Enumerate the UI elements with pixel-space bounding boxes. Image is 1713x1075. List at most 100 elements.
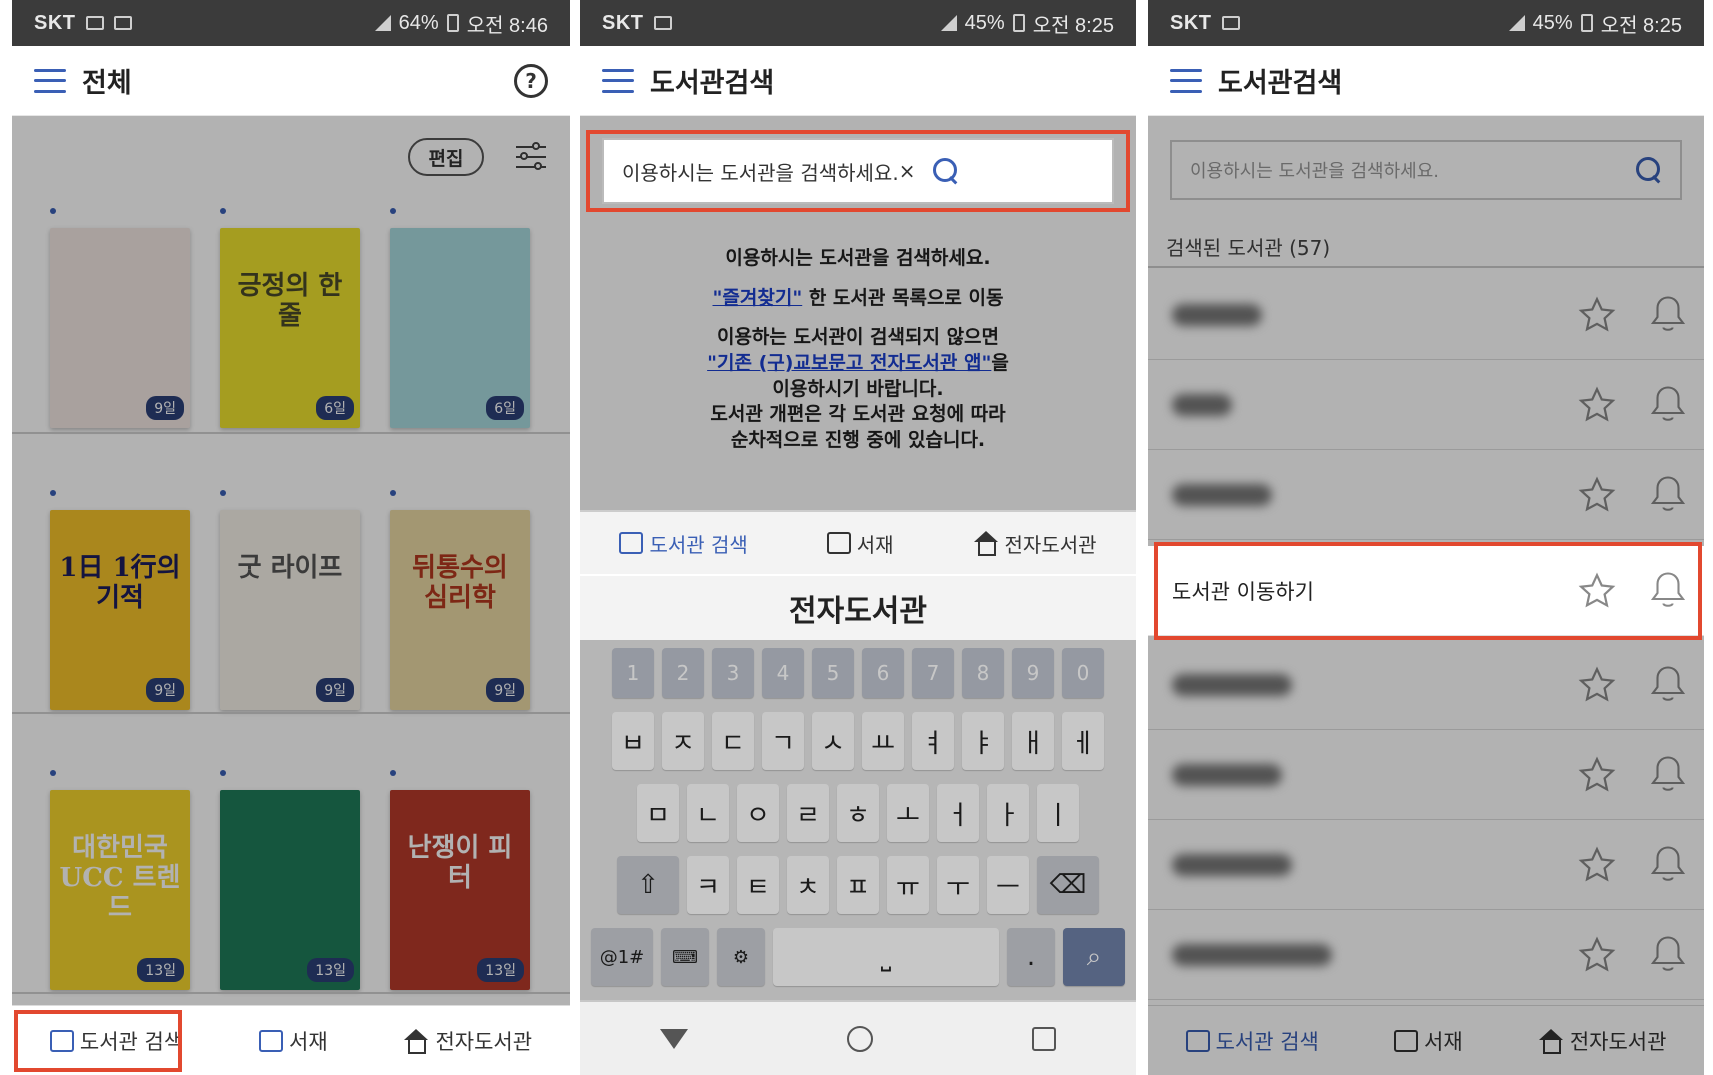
keyboard-key[interactable]: ㅇ — [737, 784, 779, 842]
bell-icon[interactable] — [1650, 384, 1686, 424]
nav-e-library[interactable]: 전자도서관 — [397, 1018, 538, 1064]
keyboard-search-key[interactable]: ⌕ — [1063, 928, 1125, 986]
backspace-key[interactable]: ⌫ — [1037, 856, 1099, 914]
bell-icon[interactable] — [1650, 754, 1686, 794]
legacy-app-link[interactable]: "기존 (구)교보문고 전자도서관 앱" — [707, 352, 991, 374]
book-cover[interactable]: 13일 — [220, 790, 360, 990]
library-search-input-focused[interactable]: 이용하시는 도서관을 검색하세요. × — [602, 138, 1114, 204]
keyboard-key[interactable]: ㅊ — [787, 856, 829, 914]
space-key[interactable]: ⎵ — [773, 928, 999, 986]
book-cover[interactable]: 굿 라이프 9일 — [220, 510, 360, 710]
home-circle-icon[interactable] — [846, 1025, 873, 1052]
favorite-star-icon[interactable] — [1578, 386, 1616, 424]
keyboard-key[interactable]: 7 — [912, 648, 954, 698]
search-icon[interactable] — [933, 158, 959, 184]
bell-icon[interactable] — [1650, 934, 1686, 974]
library-row[interactable] — [1148, 910, 1704, 1000]
nav-shelf[interactable]: 서재 — [821, 521, 900, 566]
back-icon[interactable] — [659, 1028, 688, 1049]
book-cover[interactable]: 대한민국 UCC 트렌드 13일 — [50, 790, 190, 990]
keyboard-key[interactable]: 4 — [762, 648, 804, 698]
search-icon[interactable] — [1636, 157, 1662, 183]
keyboard-key[interactable]: ㅔ — [1062, 712, 1104, 770]
keyboard-key[interactable]: ㅐ — [1012, 712, 1054, 770]
keyboard-key[interactable]: 8 — [962, 648, 1004, 698]
keyboard-key[interactable]: ㅍ — [837, 856, 879, 914]
filter-icon[interactable] — [514, 140, 548, 174]
keyboard-key[interactable]: ㄱ — [762, 712, 804, 770]
bell-icon[interactable] — [1650, 474, 1686, 514]
nav-e-library[interactable]: 전자도서관 — [1532, 1018, 1673, 1064]
settings-key[interactable]: ⚙ — [717, 928, 765, 986]
nav-shelf[interactable]: 서재 — [1388, 1018, 1469, 1064]
keyboard-key[interactable]: ㅗ — [887, 784, 929, 842]
nav-shelf[interactable]: 서재 — [253, 1018, 334, 1064]
keyboard-key[interactable]: ㅎ — [837, 784, 879, 842]
library-row[interactable] — [1148, 820, 1704, 910]
edit-button[interactable]: 편집 — [408, 138, 484, 176]
keyboard-key[interactable]: ㅕ — [912, 712, 954, 770]
keyboard-key[interactable]: ㅏ — [987, 784, 1029, 842]
bell-icon[interactable] — [1650, 844, 1686, 884]
library-row-highlighted[interactable]: 도서관 이동하기 — [1148, 546, 1704, 636]
bell-icon[interactable] — [1650, 664, 1686, 704]
library-row[interactable] — [1148, 640, 1704, 730]
language-key[interactable]: ⌨ — [661, 928, 709, 986]
favorite-star-icon[interactable] — [1578, 846, 1616, 884]
nav-library-search[interactable]: 도서관 검색 — [1180, 1018, 1325, 1064]
keyboard-key[interactable]: ㄷ — [712, 712, 754, 770]
menu-icon[interactable] — [1170, 68, 1202, 93]
keyboard-key[interactable]: 5 — [812, 648, 854, 698]
library-row[interactable] — [1148, 270, 1704, 360]
book-cover[interactable]: 1日 1行의 기적 9일 — [50, 510, 190, 710]
keyboard-key[interactable]: ㅓ — [937, 784, 979, 842]
shift-key[interactable]: ⇧ — [617, 856, 679, 914]
library-row[interactable] — [1148, 360, 1704, 450]
keyboard-key[interactable]: 1 — [612, 648, 654, 698]
symbols-key[interactable]: @1# — [591, 928, 653, 986]
nav-library-search[interactable]: 도서관 검색 — [44, 1018, 189, 1064]
keyboard-key[interactable]: ㅡ — [987, 856, 1029, 914]
keyboard-key[interactable]: ㄴ — [687, 784, 729, 842]
book-cover[interactable]: 긍정의 한줄 6일 — [220, 228, 360, 428]
favorite-star-icon[interactable] — [1578, 572, 1616, 610]
keyboard-key[interactable]: ㅂ — [612, 712, 654, 770]
keyboard-key[interactable]: 3 — [712, 648, 754, 698]
keyboard-key[interactable]: ㅜ — [937, 856, 979, 914]
bell-icon[interactable] — [1650, 570, 1686, 610]
library-row[interactable] — [1148, 730, 1704, 820]
favorite-star-icon[interactable] — [1578, 936, 1616, 974]
bell-icon[interactable] — [1650, 294, 1686, 334]
favorite-star-icon[interactable] — [1578, 476, 1616, 514]
keyboard-key[interactable]: ㅠ — [887, 856, 929, 914]
book-cover[interactable]: 뒤통수의 심리학 9일 — [390, 510, 530, 710]
book-cover[interactable]: 9일 — [50, 228, 190, 428]
favorite-star-icon[interactable] — [1578, 666, 1616, 704]
library-search-input[interactable]: 이용하시는 도서관을 검색하세요. — [1170, 140, 1682, 200]
period-key[interactable]: . — [1007, 928, 1055, 986]
favorite-star-icon[interactable] — [1578, 756, 1616, 794]
keyboard-key[interactable]: ㅑ — [962, 712, 1004, 770]
keyboard-key[interactable]: 0 — [1062, 648, 1104, 698]
keyboard-key[interactable]: 9 — [1012, 648, 1054, 698]
keyboard-key[interactable]: ㅣ — [1037, 784, 1079, 842]
favorite-star-icon[interactable] — [1578, 296, 1616, 334]
book-cover[interactable]: 6일 — [390, 228, 530, 428]
keyboard-key[interactable]: ㅋ — [687, 856, 729, 914]
keyboard-key[interactable]: 2 — [662, 648, 704, 698]
help-icon[interactable]: ? — [514, 63, 548, 98]
menu-icon[interactable] — [602, 68, 634, 93]
favorites-link[interactable]: "즐겨찾기" — [713, 287, 803, 309]
clear-icon[interactable]: × — [899, 159, 916, 183]
keyboard-key[interactable]: ㄹ — [787, 784, 829, 842]
nav-library-search[interactable]: 도서관 검색 — [613, 521, 753, 566]
keyboard-key[interactable]: 6 — [862, 648, 904, 698]
keyboard-key[interactable]: ㅛ — [862, 712, 904, 770]
menu-icon[interactable] — [34, 68, 66, 93]
keyboard-key[interactable]: ㅅ — [812, 712, 854, 770]
keyboard-key[interactable]: ㅌ — [737, 856, 779, 914]
library-row[interactable] — [1148, 450, 1704, 540]
keyboard-key[interactable]: ㅁ — [637, 784, 679, 842]
keyboard-key[interactable]: ㅈ — [662, 712, 704, 770]
recent-apps-icon[interactable] — [1032, 1026, 1057, 1051]
